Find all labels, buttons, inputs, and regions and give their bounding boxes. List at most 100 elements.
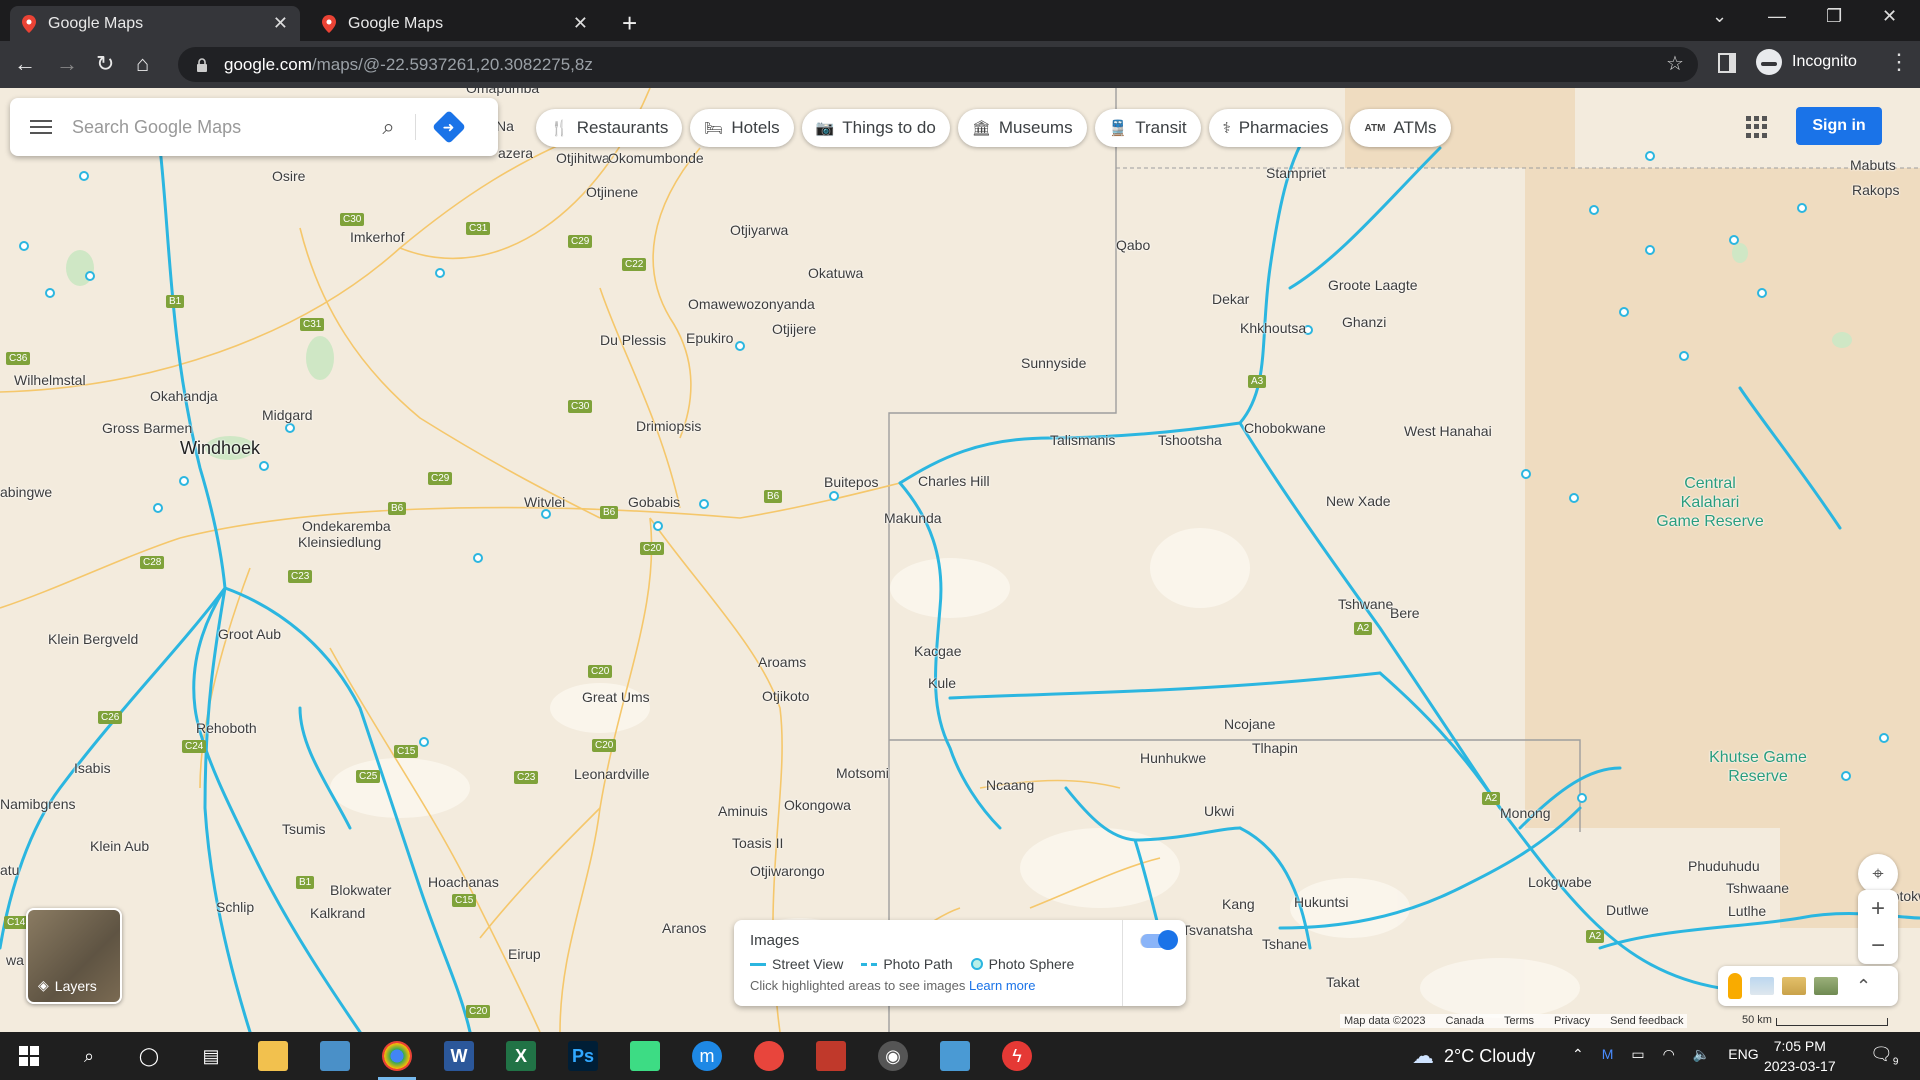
place-label[interactable]: Khkhoutsa — [1240, 320, 1306, 336]
place-label[interactable]: Qabo — [1116, 237, 1150, 253]
language-indicator[interactable]: ENG — [1728, 1046, 1758, 1063]
place-label[interactable]: Groot Aub — [218, 626, 281, 642]
chip-transit[interactable]: 🚆 Transit — [1094, 109, 1201, 147]
task-view-icon[interactable]: ▤ — [196, 1041, 226, 1071]
my-location-button[interactable]: ⌖ — [1858, 854, 1898, 894]
place-label[interactable]: Sunnyside — [1021, 355, 1086, 371]
place-label[interactable]: Dutlwe — [1606, 902, 1649, 918]
place-label[interactable]: Hukuntsi — [1294, 894, 1348, 910]
map-canvas[interactable]: Windhoek Omapumba Otjihitwa Okomumbonde Osir… — [0, 88, 1920, 1032]
place-label[interactable]: Kacgae — [914, 643, 961, 659]
learn-more-link[interactable]: Learn more — [969, 978, 1035, 993]
place-label[interactable]: Ncojane — [1224, 716, 1275, 732]
place-label[interactable]: Midgard — [262, 407, 313, 423]
minimize-button[interactable]: — — [1768, 6, 1786, 27]
menu-hamburger-icon[interactable] — [10, 120, 72, 134]
place-label[interactable]: Great Ums — [582, 689, 650, 705]
place-label[interactable]: Ondekaremba — [302, 518, 391, 534]
sign-in-button[interactable]: Sign in — [1796, 107, 1882, 145]
place-label[interactable]: Ghanzi — [1342, 314, 1386, 330]
place-label[interactable]: Stampriet — [1266, 165, 1326, 181]
app-icon[interactable]: m — [692, 1041, 722, 1071]
attribution-link[interactable]: Privacy — [1554, 1015, 1590, 1027]
place-label[interactable]: Tshootsha — [1158, 432, 1222, 448]
incognito-profile-button[interactable]: Incognito — [1756, 49, 1857, 75]
place-label[interactable]: Otjikoto — [762, 688, 809, 704]
bookmark-star-icon[interactable]: ☆ — [1666, 51, 1684, 76]
place-label[interactable]: West Hanahai — [1404, 423, 1492, 439]
place-label[interactable]: Tlhapin — [1252, 740, 1298, 756]
place-label[interactable]: Tsvanatsha — [1182, 922, 1253, 938]
place-label[interactable]: Omawewozonyanda — [688, 296, 815, 312]
place-label[interactable]: Monong — [1500, 805, 1551, 821]
wifi-icon[interactable]: ◠ — [1663, 1046, 1675, 1063]
place-label[interactable]: Leonardville — [574, 766, 650, 782]
place-label[interactable]: Okomumbonde — [608, 150, 704, 166]
imagery-thumbnail[interactable] — [1782, 977, 1806, 995]
park-label[interactable]: Central Kalahari Game Reserve — [1656, 474, 1764, 531]
place-label[interactable]: Witvlei — [524, 494, 565, 510]
chip-hotels[interactable]: 🛏 Hotels — [690, 109, 794, 147]
notification-center-icon[interactable]: 🗨9 — [1870, 1044, 1898, 1068]
place-label[interactable]: Rehoboth — [196, 720, 257, 736]
place-label[interactable]: Okahandja — [150, 388, 218, 404]
chip-atms[interactable]: ATM ATMs — [1350, 109, 1451, 147]
chip-museums[interactable]: 🏛 Museums — [957, 109, 1087, 147]
place-label[interactable]: Klein Aub — [90, 838, 149, 854]
place-label[interactable]: Ukwi — [1204, 803, 1234, 819]
place-label[interactable]: Groote Laagte — [1328, 277, 1418, 293]
place-label[interactable]: abingwe — [0, 484, 52, 500]
forward-button[interactable]: → — [56, 51, 78, 77]
place-label[interactable]: Phuduhudu — [1688, 858, 1760, 874]
new-tab-button[interactable]: + — [622, 8, 637, 39]
place-label[interactable]: Dekar — [1212, 291, 1249, 307]
place-label[interactable]: Du Plessis — [600, 332, 666, 348]
close-window-button[interactable]: ✕ — [1882, 6, 1897, 27]
place-label[interactable]: Okatuwa — [808, 265, 863, 281]
place-label[interactable]: Otjiyarwa — [730, 222, 788, 238]
park-label[interactable]: Khutse Game Reserve — [1709, 748, 1807, 786]
control-panel-icon[interactable] — [320, 1041, 350, 1071]
word-icon[interactable]: W — [444, 1041, 474, 1071]
chevron-up-icon[interactable]: ⌃ — [1572, 1046, 1584, 1063]
place-label[interactable]: Aminuis — [718, 803, 768, 819]
side-panel-icon[interactable] — [1718, 53, 1736, 73]
tab-search-chevron-icon[interactable]: ⌄ — [1712, 6, 1727, 27]
place-label[interactable]: Tsumis — [282, 821, 326, 837]
place-label[interactable]: Okongowa — [784, 797, 851, 813]
place-label[interactable]: Gross Barmen — [102, 420, 192, 436]
place-label[interactable]: Eirup — [508, 946, 541, 962]
android-icon[interactable] — [630, 1041, 660, 1071]
images-toggle[interactable] — [1140, 930, 1178, 950]
excel-icon[interactable]: X — [506, 1041, 536, 1071]
google-apps-icon[interactable] — [1746, 116, 1768, 138]
place-label[interactable]: Otjihitwa — [556, 150, 610, 166]
attribution-link[interactable]: Canada — [1446, 1015, 1485, 1027]
photoshop-icon[interactable]: Ps — [568, 1041, 598, 1071]
browser-tab-2[interactable]: Google Maps ✕ — [310, 6, 600, 41]
place-label[interactable]: Windhoek — [180, 438, 260, 459]
chevron-up-icon[interactable]: ⌃ — [1856, 976, 1871, 997]
place-label[interactable]: Na — [496, 118, 514, 134]
layers-button[interactable]: ◈ Layers — [26, 908, 122, 1004]
place-label[interactable]: Otjijere — [772, 321, 816, 337]
search-icon[interactable]: ⌕ — [74, 1041, 104, 1071]
chip-things-to-do[interactable]: 📷 Things to do — [801, 109, 950, 147]
app-icon[interactable] — [754, 1041, 784, 1071]
attribution-link[interactable]: Terms — [1504, 1015, 1534, 1027]
place-label[interactable]: wa — [6, 952, 24, 968]
place-label[interactable]: Blokwater — [330, 882, 391, 898]
place-label[interactable]: Aroams — [758, 654, 806, 670]
windows-start-icon[interactable] — [14, 1041, 44, 1071]
place-label[interactable]: Imkerhof — [350, 229, 404, 245]
cortana-icon[interactable]: ◯ — [134, 1041, 164, 1071]
place-label[interactable]: Makunda — [884, 510, 942, 526]
place-label[interactable]: Talismanis — [1050, 432, 1115, 448]
close-tab-icon[interactable]: ✕ — [573, 13, 588, 34]
browser-tab-1[interactable]: Google Maps ✕ — [10, 6, 300, 41]
chip-restaurants[interactable]: 🍴 Restaurants — [536, 109, 683, 147]
place-label[interactable]: Tshwaane — [1726, 880, 1789, 896]
pegman-icon[interactable] — [1728, 973, 1742, 999]
imagery-thumbnail[interactable] — [1750, 977, 1774, 995]
place-label[interactable]: New Xade — [1326, 493, 1391, 509]
